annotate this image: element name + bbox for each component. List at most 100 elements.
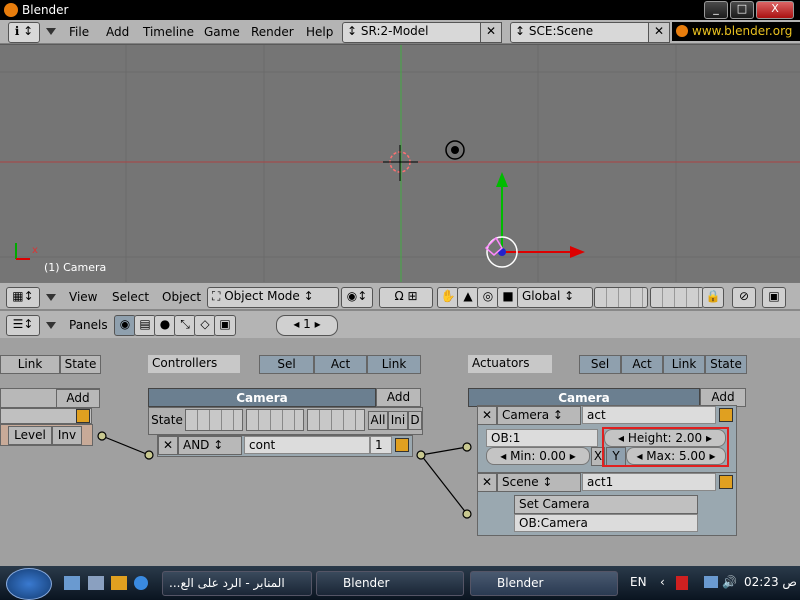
layers-1-to-10[interactable] (594, 287, 648, 308)
internet-explorer-icon[interactable] (134, 576, 148, 590)
switch-windows-icon[interactable] (88, 576, 104, 590)
taskbar-blender-item-2[interactable]: Blender (470, 571, 618, 596)
blender-site-link[interactable]: www.blender.org 2 (672, 22, 800, 57)
actuators-act-button[interactable]: Act (621, 355, 663, 374)
mode-selector[interactable]: ⛶ Object Mode ↕ (207, 287, 339, 308)
start-button[interactable] (6, 568, 52, 600)
delete-scene-button[interactable]: ✕ (648, 22, 670, 43)
scene-mode-selector[interactable]: Set Camera (514, 495, 698, 514)
menu-object[interactable]: Object (162, 290, 201, 304)
screen-selector[interactable]: ↕ SR:2-Model (342, 22, 486, 43)
scene-actuator-name-field[interactable]: act1 (582, 473, 716, 491)
controller-type-selector[interactable]: AND ↕ (178, 436, 242, 455)
camera-actuator-dropdown-icon[interactable] (719, 408, 733, 422)
inv-button[interactable]: Inv (52, 426, 82, 445)
show-desktop-icon[interactable] (64, 576, 80, 590)
lock-layers-icon[interactable]: 🔒 (702, 287, 724, 308)
antivirus-tray-icon[interactable] (676, 576, 688, 590)
close-button[interactable]: X (756, 1, 794, 19)
controllers-link-button[interactable]: Link (367, 355, 421, 374)
panels-collapse-icon[interactable] (46, 322, 56, 329)
controllers-sel-button[interactable]: Sel (259, 355, 314, 374)
min-field[interactable]: ◂ Min: 0.00 ▸ (486, 447, 590, 465)
taskbar-browser-item[interactable]: المنابر - الرد على الع... (162, 571, 312, 596)
menu-timeline[interactable]: Timeline (143, 25, 194, 39)
rotate-manipulator-icon[interactable]: ◎ (477, 287, 499, 308)
scene-camera-object-field[interactable]: OB:Camera (514, 514, 698, 532)
camera-object-field[interactable]: OB:1 (486, 429, 598, 447)
delete-controller-button[interactable]: ✕ (158, 436, 178, 455)
menu-add[interactable]: Add (106, 25, 129, 39)
state-bits-3[interactable] (307, 409, 365, 431)
logic-panel-icon[interactable]: ◉ (114, 315, 136, 336)
controller-dropdown-icon[interactable] (395, 438, 409, 452)
scene-actuator-type-selector[interactable]: Scene ↕ (497, 473, 581, 492)
delete-scene-actuator-button[interactable]: ✕ (477, 473, 497, 492)
draw-type-selector[interactable]: ◉↕ (341, 287, 373, 308)
3d-viewport[interactable]: x (1) Camera (0, 45, 800, 282)
editor-type-selector[interactable]: ▦↕ (6, 287, 40, 308)
actuators-link-button[interactable]: Link (663, 355, 705, 374)
script-panel-icon[interactable]: ▤ (134, 315, 156, 336)
delete-screen-button[interactable]: ✕ (480, 22, 502, 43)
menu-select[interactable]: Select (112, 290, 149, 304)
manipulator-toggle-icon[interactable]: ✋ (437, 287, 459, 308)
window-title: Blender (22, 3, 69, 17)
menu-file[interactable]: File (69, 25, 89, 39)
scene-panel-icon[interactable]: ▣ (214, 315, 236, 336)
maximize-button[interactable]: □ (730, 1, 754, 19)
scene-actuator-dropdown-icon[interactable] (719, 475, 733, 489)
state-bits-1[interactable] (185, 409, 243, 431)
controllers-act-button[interactable]: Act (314, 355, 367, 374)
translate-manipulator-icon[interactable]: ▲ (457, 287, 479, 308)
minimize-button[interactable]: _ (704, 1, 728, 19)
actuators-state-button[interactable]: State (705, 355, 747, 374)
media-player-icon[interactable] (111, 576, 127, 590)
orientation-label: Global (522, 289, 561, 303)
info-window-type-selector[interactable]: ℹ ↕ (8, 22, 40, 43)
object-panel-icon[interactable]: ⤡ (174, 315, 196, 336)
level-button[interactable]: Level (8, 426, 52, 445)
sensors-state-button[interactable]: State (60, 355, 101, 374)
network-tray-icon[interactable] (704, 576, 718, 588)
controllers-label: Controllers (148, 355, 240, 373)
actuators-sel-button[interactable]: Sel (579, 355, 621, 374)
scene-selector[interactable]: ↕ SCE:Scene (510, 22, 654, 43)
camera-actuator-name-field[interactable]: act (582, 406, 716, 424)
state-bits-2[interactable] (246, 409, 304, 431)
sensors-link-button[interactable]: Link (0, 355, 60, 374)
link-icon[interactable]: ⊘ (732, 287, 756, 308)
orientation-selector[interactable]: Global ↕ (517, 287, 593, 308)
editing-panel-icon[interactable]: ◇ (194, 315, 216, 336)
buttons-editor-type-selector[interactable]: ☰↕ (6, 315, 40, 336)
menu-game[interactable]: Game (204, 25, 240, 39)
controller-priority-field[interactable]: 1 (370, 436, 392, 454)
state-ini-button[interactable]: Ini (388, 411, 408, 430)
shading-panel-icon[interactable]: ● (154, 315, 176, 336)
frame-number-field[interactable]: ◂ 1 ▸ (276, 315, 338, 336)
layers-11-to-20[interactable] (650, 287, 704, 308)
taskbar-blender-item-1[interactable]: Blender (316, 571, 464, 596)
camera-actuator-type-selector[interactable]: Camera ↕ (497, 406, 581, 425)
blender-logo-icon (676, 25, 688, 37)
controller-add-button[interactable]: Add (376, 388, 421, 407)
language-indicator[interactable]: EN (630, 575, 647, 589)
clock[interactable]: 02:23 ص (744, 575, 797, 589)
menu-collapse-icon[interactable] (46, 28, 56, 35)
menu-view[interactable]: View (69, 290, 97, 304)
menu-render[interactable]: Render (251, 25, 294, 39)
state-all-button[interactable]: All (368, 411, 388, 430)
tray-expand-icon[interactable]: ‹ (660, 575, 665, 589)
volume-tray-icon[interactable]: 🔊 (722, 575, 737, 589)
delete-camera-actuator-button[interactable]: ✕ (477, 406, 497, 425)
pivot-selector[interactable]: Ω ⊞ (379, 287, 433, 308)
render-icon[interactable]: ▣ (762, 287, 786, 308)
controller-name-field[interactable]: cont (244, 436, 370, 454)
menu-help[interactable]: Help (306, 25, 333, 39)
sensor-add-button[interactable]: Add (56, 389, 100, 408)
sensor-dropdown-icon[interactable] (76, 409, 90, 423)
state-d-button[interactable]: D (408, 411, 422, 430)
actuators-label: Actuators (468, 355, 552, 373)
scale-manipulator-icon[interactable]: ■ (497, 287, 519, 308)
header-collapse-icon[interactable] (46, 294, 56, 301)
